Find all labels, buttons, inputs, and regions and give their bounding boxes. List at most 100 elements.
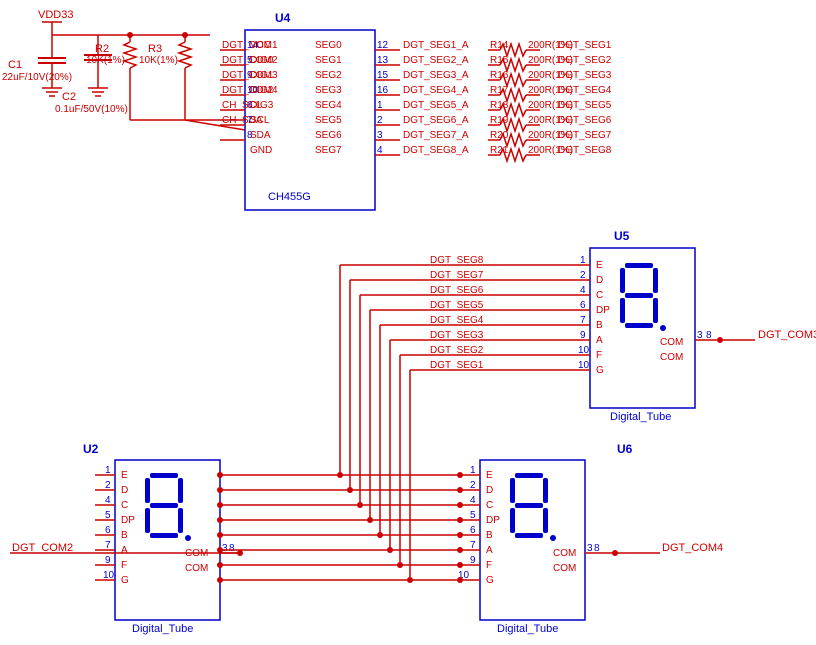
- seg1a-net: DGT_SEG1_A: [403, 40, 469, 51]
- u5-subtitle: Digital_Tube: [610, 411, 671, 423]
- u6-seg-bl: [510, 508, 515, 533]
- u2-f-label: F: [121, 560, 127, 571]
- u6-lpin1: 1: [470, 465, 476, 476]
- u2-lpin4: 5: [105, 510, 111, 521]
- u5-seg-top-left: [620, 268, 625, 293]
- u2-dp-dot: [185, 535, 191, 541]
- u4-seg7-label: SEG7: [315, 145, 342, 156]
- seg3a-net: DGT_SEG3_A: [403, 70, 469, 81]
- u4-dig3-label: DIG3: [250, 100, 274, 111]
- u6-seg-tr: [543, 478, 548, 503]
- u6-lpin3: 4: [470, 495, 476, 506]
- u6-dp-label: DP: [486, 515, 500, 526]
- u5-seg-bot-left: [620, 298, 625, 323]
- u5-label: U5: [614, 229, 630, 243]
- u4-subtitle: CH455G: [268, 191, 311, 203]
- u5-pin2: 2: [580, 270, 586, 281]
- u5-com-label1: COM: [660, 337, 683, 348]
- u5-pin4: 6: [580, 300, 586, 311]
- u5-seg-top: [625, 263, 653, 268]
- u2-lpin7: 9: [105, 555, 111, 566]
- u5-seg-top-right: [653, 268, 658, 293]
- u5-pin3: 4: [580, 285, 586, 296]
- dgt-seg4-net: DGT_SEG4: [558, 85, 612, 96]
- u2-body: [115, 460, 220, 620]
- u2-dp-label: DP: [121, 515, 135, 526]
- u2-seg-bl: [145, 508, 150, 533]
- u6-lpin2: 2: [470, 480, 476, 491]
- u5-dp-label: DP: [596, 305, 610, 316]
- u6-lpin6: 7: [470, 540, 476, 551]
- seg5a-net: DGT_SEG5_A: [403, 100, 469, 111]
- u5-pin8: 10: [578, 360, 590, 371]
- u4-seg4-pin: 1: [377, 100, 383, 111]
- r2-value: 10K(1%): [86, 55, 125, 66]
- u6-dp-dot: [550, 535, 556, 541]
- u2-seg-tl: [145, 478, 150, 503]
- u2-subtitle: Digital_Tube: [132, 623, 193, 635]
- u4-seg0-pin: 12: [377, 40, 389, 51]
- u5-a-label: A: [596, 335, 603, 346]
- u5-com-pin8: 8: [706, 330, 712, 341]
- u2-lpin1: 1: [105, 465, 111, 476]
- u6-com-pin3: 3: [587, 543, 593, 554]
- u5-f-label: F: [596, 350, 602, 361]
- dgt-seg1-net: DGT_SEG1: [558, 40, 612, 51]
- u2-lpin6: 7: [105, 540, 111, 551]
- seg8a-net: DGT_SEG8_A: [403, 145, 469, 156]
- u5-seg-bot: [625, 323, 653, 328]
- u5-d-label: D: [596, 275, 603, 286]
- u5-seg-mid: [625, 293, 653, 298]
- u2-g-label: G: [121, 575, 129, 586]
- c2-value: 0.1uF/50V(10%): [55, 104, 128, 115]
- u4-scl-label: SCL: [250, 115, 270, 126]
- u5-pin7: 10: [578, 345, 590, 356]
- u4-dig1-label: DIG1: [250, 70, 274, 81]
- dgt-seg3-net: DGT_SEG3: [558, 70, 612, 81]
- u2-seg-bot: [150, 533, 178, 538]
- u6-d-label: D: [486, 485, 493, 496]
- u4-seg2-pin: 15: [377, 70, 389, 81]
- u4-seg5-pin: 2: [377, 115, 383, 126]
- u2-seg-mid: [150, 503, 178, 508]
- u6-com-label1: COM: [553, 548, 576, 559]
- u4-label: U4: [275, 11, 291, 25]
- u5-seg-bot-right: [653, 298, 658, 323]
- u5-com-pin3: 3: [697, 330, 703, 341]
- u5-dgt-com3-net: DGT_COM3: [758, 329, 816, 341]
- dgt-seg2-net: DGT_SEG2: [558, 55, 612, 66]
- u4-seg1-label: SEG1: [315, 55, 342, 66]
- u2-seg-tr: [178, 478, 183, 503]
- r3-value: 10K(1%): [139, 55, 178, 66]
- u6-seg-mid: [515, 503, 543, 508]
- u5-e-label: E: [596, 260, 603, 271]
- u4-seg6-pin: 3: [377, 130, 383, 141]
- u6-lpin5: 6: [470, 525, 476, 536]
- u2-d-label: D: [121, 485, 128, 496]
- u2-com-label2: COM: [185, 563, 208, 574]
- u6-seg-top: [515, 473, 543, 478]
- u4-vcc-label: VCC: [250, 40, 271, 51]
- u4-sda-label: SDA: [250, 130, 271, 141]
- u4-dig0-label: DIG0: [250, 55, 274, 66]
- dgt-seg8-net: DGT_SEG8: [558, 145, 612, 156]
- u6-seg-br: [543, 508, 548, 533]
- u2-lpin3: 4: [105, 495, 111, 506]
- u5-com-label2: COM: [660, 352, 683, 363]
- u5-g-label: G: [596, 365, 604, 376]
- seg7a-net: DGT_SEG7_A: [403, 130, 469, 141]
- u6-c-label: C: [486, 500, 493, 511]
- c1-value: 22uF/10V(20%): [2, 72, 72, 83]
- u2-b-label: B: [121, 530, 128, 541]
- u6-seg-tl: [510, 478, 515, 503]
- u5-c-label: C: [596, 290, 603, 301]
- u2-e-label: E: [121, 470, 128, 481]
- u6-dgt-com4-net: DGT_COM4: [662, 542, 723, 554]
- r3-label: R3: [148, 43, 162, 55]
- u5-pin1: 1: [580, 255, 586, 266]
- dgt-seg6-net: DGT_SEG6: [558, 115, 612, 126]
- u4-seg0-label: SEG0: [315, 40, 342, 51]
- u5-b-label: B: [596, 320, 603, 331]
- u4-seg3-label: SEG3: [315, 85, 342, 96]
- u4-seg5-label: SEG5: [315, 115, 342, 126]
